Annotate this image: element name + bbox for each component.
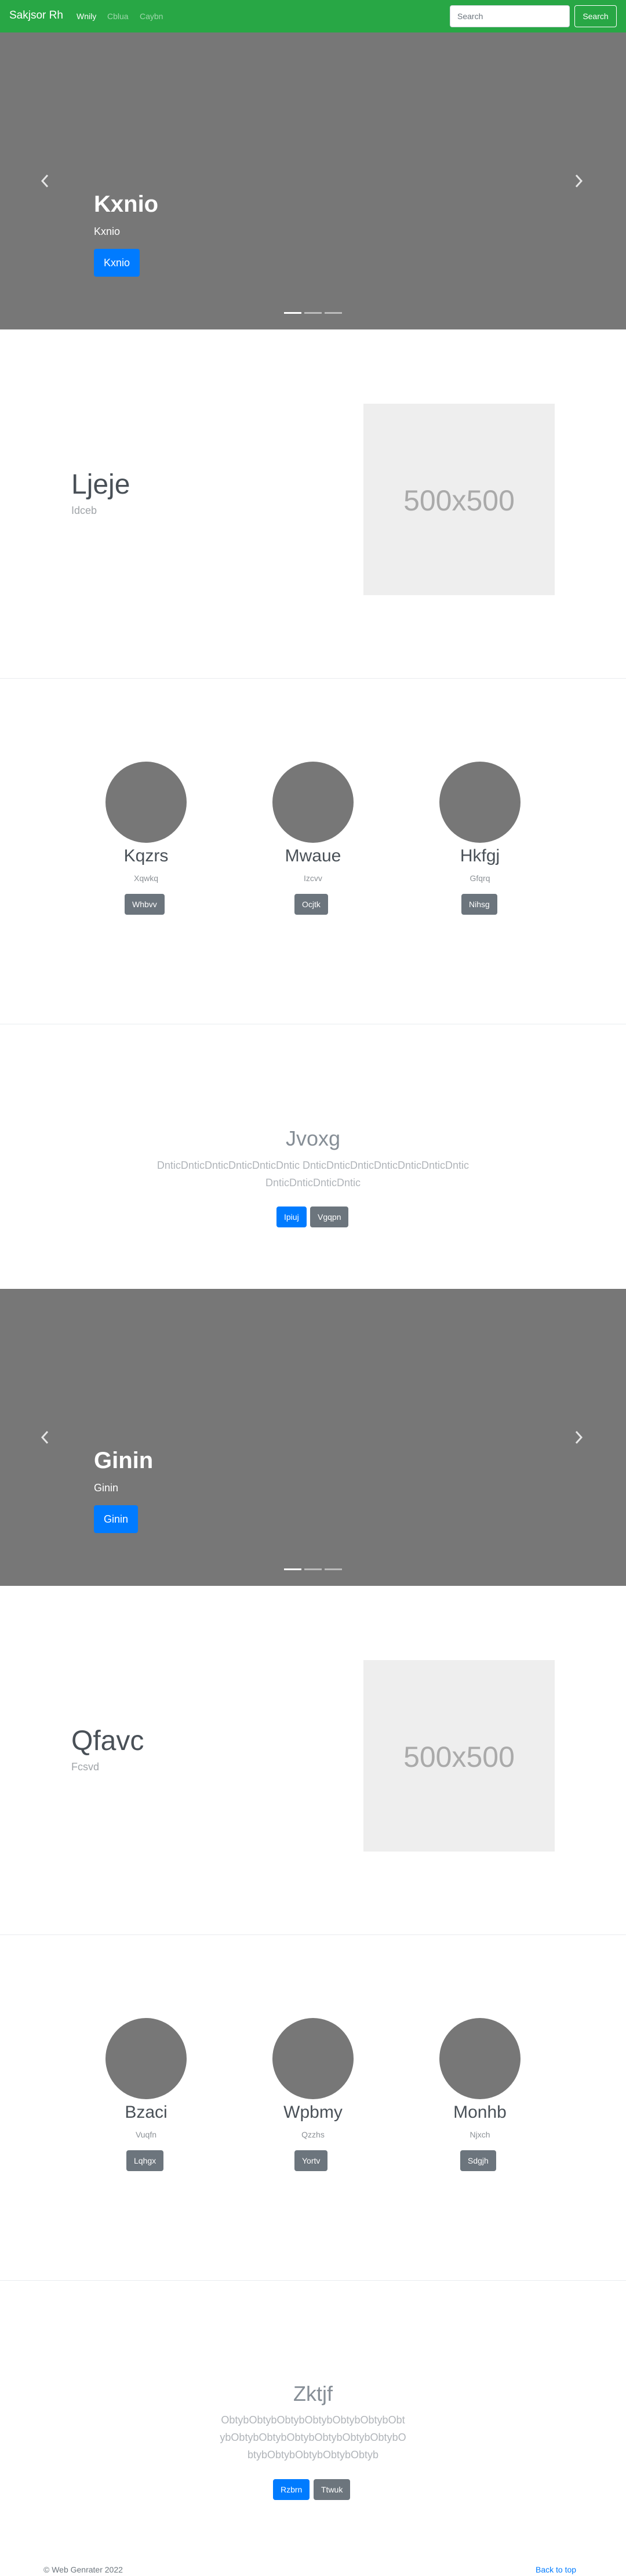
jumbotron: Jvoxg DnticDnticDnticDnticDnticDntic Dnt… xyxy=(0,1024,626,1289)
marketing-column: Hkfgj Gfqrq Nihsg xyxy=(410,762,549,936)
placeholder-image-label: 500x500 xyxy=(403,1741,515,1773)
carousel-indicator[interactable] xyxy=(304,1568,322,1570)
chevron-right-icon xyxy=(575,1430,583,1444)
carousel-caption-text: Kxnio xyxy=(94,226,121,237)
featurette-lead: Idceb xyxy=(71,505,97,516)
carousel-caption-button[interactable]: Ginin xyxy=(94,1505,139,1533)
featurette-section: Ljeje Idceb 500x500 xyxy=(0,329,626,677)
carousel-next-button[interactable] xyxy=(562,164,597,198)
featurette-heading: Qfavc xyxy=(71,1726,144,1756)
carousel-caption-button[interactable]: Kxnio xyxy=(94,249,140,277)
marketing-column: Wpbmy Qzzhs Yortv xyxy=(243,2018,383,2192)
search-input[interactable] xyxy=(450,5,570,27)
column-button[interactable]: Lqhgx xyxy=(126,2150,164,2171)
column-text: Njxch xyxy=(470,2130,490,2139)
jumbotron-lead: DnticDnticDnticDnticDnticDntic DnticDnti… xyxy=(156,1160,470,1189)
carousel-hero: Kxnio Kxnio Kxnio xyxy=(0,32,626,329)
carousel-indicator[interactable] xyxy=(325,1568,342,1570)
carousel-indicator[interactable] xyxy=(325,312,342,314)
marketing-column: Monhb Njxch Sdgjh xyxy=(410,2018,549,2192)
search-button[interactable]: Search xyxy=(574,5,617,27)
column-button[interactable]: Ocjtk xyxy=(294,894,328,915)
column-title: Bzaci xyxy=(125,2103,168,2122)
navbar: Sakjsor Rh Wnily Cblua Caybn Search xyxy=(0,0,626,32)
marketing-column: Kqzrs Xqwkq Whbvv xyxy=(77,762,216,936)
column-button[interactable]: Whbvv xyxy=(125,894,165,915)
placeholder-image: 500x500 xyxy=(363,404,555,595)
carousel-secondary: Ginin Ginin Ginin xyxy=(0,1289,626,1586)
column-text: Vuqfn xyxy=(135,2130,157,2139)
chevron-right-icon xyxy=(575,174,583,188)
nav-link-caybn[interactable]: Caybn xyxy=(140,12,163,21)
placeholder-image: 500x500 xyxy=(363,1660,555,1852)
jumbotron-primary-button[interactable]: Ipiuj xyxy=(276,1207,307,1227)
jumbotron-title: Zktjf xyxy=(293,2382,333,2405)
column-text: Qzzhs xyxy=(301,2130,325,2139)
footer-copyright: © Web Genrater 2022 xyxy=(43,2565,123,2574)
avatar-placeholder xyxy=(105,762,187,843)
column-title: Mwaue xyxy=(285,846,341,865)
chevron-left-icon xyxy=(41,174,49,188)
marketing-columns: Kqzrs Xqwkq Whbvv Mwaue Izcvv Ocjtk Hkfg… xyxy=(0,679,626,1024)
nav-link-wnily[interactable]: Wnily xyxy=(77,12,96,21)
column-text: Xqwkq xyxy=(133,874,159,883)
chevron-left-icon xyxy=(41,1430,49,1444)
carousel-caption-text: Ginin xyxy=(94,1482,119,1494)
column-title: Hkfgj xyxy=(460,846,500,865)
jumbotron-primary-button[interactable]: Rzbrn xyxy=(273,2479,310,2500)
avatar-placeholder xyxy=(439,2018,521,2099)
carousel-caption-title: Kxnio xyxy=(94,191,159,217)
column-title: Wpbmy xyxy=(283,2103,343,2122)
carousel-indicator[interactable] xyxy=(284,1568,301,1570)
jumbotron-secondary-button[interactable]: Vgqpn xyxy=(310,1207,349,1227)
column-text: Izcvv xyxy=(304,874,322,883)
jumbotron-lead: ObtybObtybObtybObtybObtybObtybObtybObtyb… xyxy=(220,2414,406,2461)
placeholder-image-label: 500x500 xyxy=(403,484,515,517)
avatar-placeholder xyxy=(272,762,354,843)
carousel-indicator[interactable] xyxy=(304,312,322,314)
column-button[interactable]: Sdgjh xyxy=(460,2150,496,2171)
nav-link-cblua[interactable]: Cblua xyxy=(107,12,129,21)
featurette-lead: Fcsvd xyxy=(71,1761,100,1773)
carousel-prev-button[interactable] xyxy=(29,164,64,198)
carousel-caption-title: Ginin xyxy=(94,1448,154,1473)
carousel-next-button[interactable] xyxy=(562,1420,597,1455)
navbar-brand[interactable]: Sakjsor Rh xyxy=(9,9,63,22)
featurette-heading: Ljeje xyxy=(71,469,130,500)
avatar-placeholder xyxy=(439,762,521,843)
jumbotron: Zktjf ObtybObtybObtybObtybObtybObtybObty… xyxy=(0,2281,626,2559)
back-to-top-link[interactable]: Back to top xyxy=(536,2565,576,2574)
column-button[interactable]: Nihsg xyxy=(461,894,497,915)
marketing-column: Mwaue Izcvv Ocjtk xyxy=(243,762,383,936)
column-title: Monhb xyxy=(453,2103,507,2122)
avatar-placeholder xyxy=(272,2018,354,2099)
jumbotron-title: Jvoxg xyxy=(285,1126,341,1150)
featurette-section: Qfavc Fcsvd 500x500 xyxy=(0,1586,626,1934)
avatar-placeholder xyxy=(105,2018,187,2099)
jumbotron-secondary-button[interactable]: Ttwuk xyxy=(314,2479,351,2500)
carousel-indicator[interactable] xyxy=(284,312,301,314)
carousel-prev-button[interactable] xyxy=(29,1420,64,1455)
column-button[interactable]: Yortv xyxy=(294,2150,328,2171)
column-text: Gfqrq xyxy=(470,874,490,883)
marketing-columns: Bzaci Vuqfn Lqhgx Wpbmy Qzzhs Yortv Monh… xyxy=(0,1935,626,2281)
marketing-column: Bzaci Vuqfn Lqhgx xyxy=(77,2018,216,2192)
column-title: Kqzrs xyxy=(123,846,169,865)
